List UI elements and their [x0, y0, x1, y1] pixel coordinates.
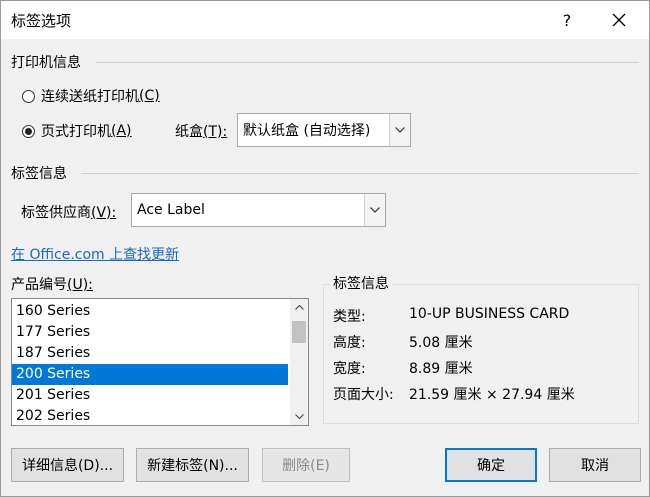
vendor-select[interactable]: Ace Label [131, 193, 386, 227]
tray-select[interactable]: 默认纸盒 (自动选择) [237, 113, 411, 147]
page-printer-key: (A) [111, 123, 132, 139]
new-label-button[interactable]: 新建标签(N)... [136, 448, 249, 482]
details-button[interactable]: 详细信息(D)... [11, 448, 124, 482]
close-button[interactable] [597, 3, 641, 37]
radio-circle [22, 89, 35, 103]
label-info-heading: 标签信息 [11, 166, 67, 182]
delete-button[interactable]: 删除(E) [262, 448, 350, 482]
height-key: 高度: [333, 335, 366, 351]
tray-label: 纸盒(T): [175, 124, 228, 140]
ok-button[interactable]: 确定 [445, 448, 537, 482]
type-key: 类型: [333, 309, 366, 325]
continuous-printer-label: 连续送纸打印机 [41, 89, 139, 105]
continuous-printer-key: (C) [139, 88, 160, 104]
divider [96, 62, 639, 63]
radio-circle-selected [22, 124, 35, 138]
list-item[interactable]: 187 Series [12, 343, 288, 364]
page-printer-radio[interactable]: 页式打印机 (A) [22, 121, 132, 141]
list-item[interactable]: 160 Series [12, 301, 288, 322]
scroll-down-icon[interactable] [290, 408, 308, 425]
chevron-down-icon[interactable] [364, 194, 385, 226]
list-scrollbar[interactable] [290, 299, 308, 425]
divider [81, 173, 639, 174]
find-updates-link[interactable]: 在 Office.com 上查找更新 [11, 244, 179, 264]
title-bar: 标签选项 ? [1, 1, 649, 39]
product-number-label: 产品编号(U): [11, 277, 93, 293]
page-size-value: 21.59 厘米 × 27.94 厘米 [409, 387, 575, 403]
cancel-button[interactable]: 取消 [549, 448, 641, 482]
help-button[interactable]: ? [545, 3, 589, 37]
product-number-list[interactable]: 160 Series 177 Series 187 Series 200 Ser… [11, 298, 309, 426]
scroll-up-icon[interactable] [290, 299, 308, 316]
label-details-heading: 标签信息 [330, 273, 392, 293]
help-icon: ? [562, 10, 572, 30]
window-title: 标签选项 [11, 12, 72, 30]
vendor-value: Ace Label [137, 202, 205, 218]
width-value: 8.89 厘米 [409, 361, 473, 377]
type-value: 10-UP BUSINESS CARD [409, 306, 570, 322]
tray-value: 默认纸盒 (自动选择) [243, 123, 371, 139]
continuous-printer-radio[interactable]: 连续送纸打印机 (C) [22, 86, 160, 106]
radio-dot [25, 127, 32, 135]
list-item[interactable]: 177 Series [12, 322, 288, 343]
list-item[interactable]: 202 Series [12, 406, 288, 425]
chevron-down-icon[interactable] [389, 114, 410, 146]
height-value: 5.08 厘米 [409, 335, 473, 351]
printer-info-heading: 打印机信息 [11, 55, 81, 71]
page-printer-label: 页式打印机 [41, 124, 111, 140]
label-options-dialog: 标签选项 ? 打印机信息 连续送纸打印机 (C) 页式打印机 (A) 纸盒(T): … [0, 0, 650, 497]
width-key: 宽度: [333, 361, 366, 377]
scrollbar-thumb[interactable] [292, 321, 306, 343]
list-item[interactable]: 201 Series [12, 385, 288, 406]
vendor-label: 标签供应商(V): [21, 205, 117, 221]
close-icon [612, 13, 626, 27]
page-size-key: 页面大小: [333, 387, 394, 403]
list-item-selected[interactable]: 200 Series [12, 364, 288, 385]
